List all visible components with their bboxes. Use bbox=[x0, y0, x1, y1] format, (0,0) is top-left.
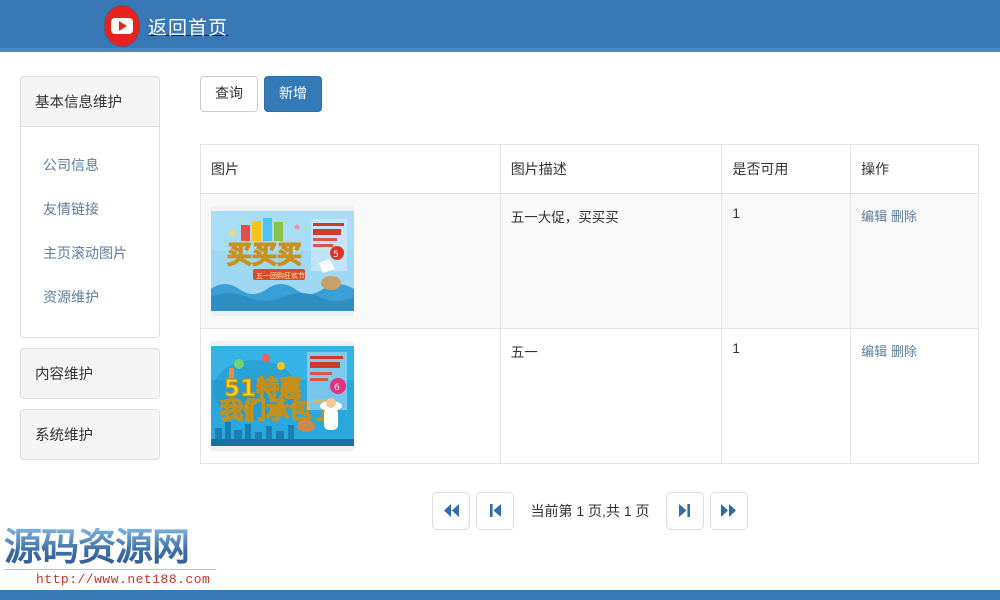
watermark-url: http://www.net188.com bbox=[36, 571, 211, 587]
sidebar-item-company-info[interactable]: 公司信息 bbox=[21, 143, 159, 187]
sidebar-item-resource-maintenance[interactable]: 资源维护 bbox=[21, 275, 159, 319]
double-left-arrow-icon bbox=[443, 504, 459, 518]
sidebar-panel-content: 内容维护 bbox=[20, 348, 160, 399]
banner-thumbnail-1[interactable]: 买买买 五一团购狂欢节 5 bbox=[211, 205, 354, 316]
next-page-button[interactable] bbox=[665, 491, 704, 530]
back-to-home-label: 返回首页 bbox=[148, 17, 229, 39]
pagination-info: 当前第 1 页,共 1 页 bbox=[530, 502, 650, 519]
sidebar-panel-system: 系统维护 bbox=[20, 409, 160, 460]
svg-text:五一团购狂欢节: 五一团购狂欢节 bbox=[256, 271, 305, 280]
last-page-button[interactable] bbox=[709, 491, 748, 530]
sidebar-panel-header-system[interactable]: 系统维护 bbox=[21, 410, 159, 459]
sidebar-panel-header-content[interactable]: 内容维护 bbox=[21, 349, 159, 398]
sidebar-item-friendly-links[interactable]: 友情链接 bbox=[21, 187, 159, 231]
sidebar-panel-header-basic-info[interactable]: 基本信息维护 bbox=[21, 77, 159, 127]
watermark-title: 源码资源网 bbox=[4, 527, 234, 568]
cell-image: 51特惠 我们承包了 6 bbox=[200, 327, 501, 464]
column-header-available: 是否可用 bbox=[721, 143, 852, 194]
footer-bar bbox=[0, 590, 1000, 600]
sidebar-item-homepage-carousel[interactable]: 主页滚动图片 bbox=[21, 231, 159, 275]
cell-operations: 编辑 删除 bbox=[850, 327, 979, 464]
admin-page: 返回首页 基本信息维护 公司信息 友情链接 主页滚动图片 资源维护 内容维护 系… bbox=[0, 0, 1000, 600]
table-row: 买买买 五一团购狂欢节 5 五一大促，买买买 1 编辑 删除 bbox=[200, 192, 979, 329]
cell-description: 五一 bbox=[499, 327, 723, 464]
right-arrow-bar-icon bbox=[679, 504, 691, 518]
prev-page-button[interactable] bbox=[476, 491, 515, 530]
svg-text:6: 6 bbox=[334, 383, 340, 393]
action-toolbar: 查询 新增 bbox=[200, 76, 980, 112]
pagination: 当前第 1 页,共 1 页 bbox=[200, 491, 980, 530]
double-right-arrow-icon bbox=[721, 504, 737, 518]
sidebar-panel-body-basic-info: 公司信息 友情链接 主页滚动图片 资源维护 bbox=[21, 127, 159, 337]
cell-description: 五一大促，买买买 bbox=[499, 192, 723, 329]
delete-link[interactable]: 删除 bbox=[891, 209, 917, 224]
back-to-home-link[interactable]: 返回首页 bbox=[105, 0, 228, 52]
cell-image: 买买买 五一团购狂欢节 5 bbox=[200, 192, 501, 329]
top-header-bar: 返回首页 bbox=[0, 0, 1000, 52]
table-row: 51特惠 我们承包了 6 五一 1 编辑 删除 bbox=[200, 327, 979, 464]
sidebar: 基本信息维护 公司信息 友情链接 主页滚动图片 资源维护 内容维护 系统维护 bbox=[20, 76, 160, 470]
first-page-button[interactable] bbox=[432, 491, 471, 530]
column-header-description: 图片描述 bbox=[499, 143, 723, 194]
carousel-image-table: 图片 图片描述 是否可用 操作 买买买 五一团购狂欢节 5 五一大促，买买买 1… bbox=[200, 143, 979, 464]
banner-thumbnail-2[interactable]: 51特惠 我们承包了 6 bbox=[211, 340, 354, 451]
cell-available: 1 bbox=[721, 327, 852, 464]
edit-link[interactable]: 编辑 bbox=[861, 209, 887, 224]
add-button[interactable]: 新增 bbox=[264, 76, 322, 112]
watermark-divider bbox=[4, 568, 216, 570]
svg-text:5: 5 bbox=[333, 250, 339, 260]
main-content: 查询 新增 图片 图片描述 是否可用 操作 买买买 五一团购狂欢节 5 五一大促… bbox=[200, 76, 980, 530]
edit-link[interactable]: 编辑 bbox=[861, 344, 887, 359]
delete-link[interactable]: 删除 bbox=[891, 344, 917, 359]
column-header-operations: 操作 bbox=[850, 143, 979, 194]
table-header-row: 图片 图片描述 是否可用 操作 bbox=[200, 143, 979, 194]
query-button[interactable]: 查询 bbox=[200, 76, 258, 112]
column-header-image: 图片 bbox=[200, 143, 501, 194]
cell-operations: 编辑 删除 bbox=[850, 192, 979, 329]
play-button-icon bbox=[105, 6, 139, 46]
svg-text:买买买: 买买买 bbox=[227, 240, 302, 269]
sidebar-panel-basic-info: 基本信息维护 公司信息 友情链接 主页滚动图片 资源维护 bbox=[20, 76, 160, 338]
watermark: 源码资源网 http://www.net188.com bbox=[4, 527, 234, 587]
cell-available: 1 bbox=[721, 192, 852, 329]
left-arrow-bar-icon bbox=[489, 504, 501, 518]
